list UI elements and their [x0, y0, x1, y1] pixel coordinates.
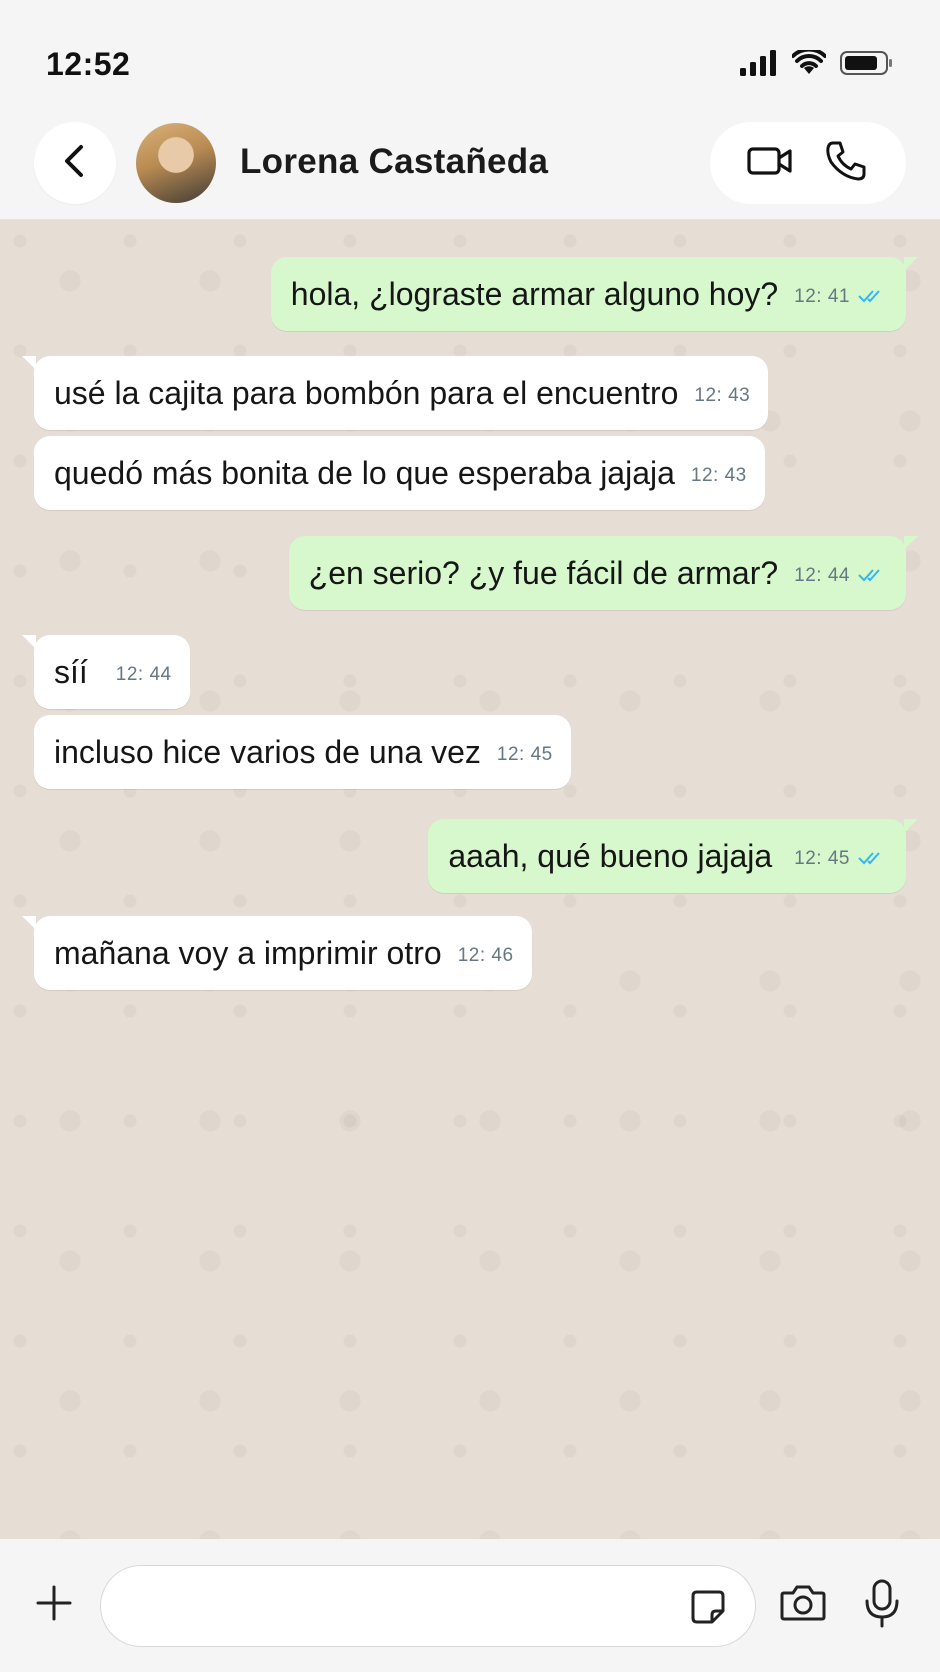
message-text: usé la cajita para bombón para el encuen… — [54, 374, 679, 411]
message-bubble-incoming[interactable]: síí 12: 44 — [22, 635, 190, 709]
message-input-bar — [0, 1539, 940, 1672]
message-time: 12: 45 — [496, 744, 553, 765]
message-text: incluso hice varios de una vez — [54, 733, 481, 770]
sticker-button[interactable] — [690, 1589, 726, 1625]
message-time: 12: 44 — [115, 664, 172, 685]
wifi-icon — [792, 50, 826, 76]
sticker-icon — [690, 1590, 726, 1629]
back-button[interactable] — [34, 122, 116, 204]
call-actions — [710, 122, 906, 204]
video-call-button[interactable] — [740, 133, 800, 193]
read-ticks-icon — [858, 850, 888, 866]
message-time: 12: 41 — [794, 286, 850, 307]
chat-header: 12:52 Lorena Castañeda — [0, 0, 940, 220]
phone-call-button[interactable] — [816, 133, 876, 193]
video-call-icon — [747, 145, 793, 182]
message-bubble-incoming[interactable]: mañana voy a imprimir otro 12: 46 — [22, 916, 532, 990]
message-time: 12: 43 — [690, 465, 747, 486]
plus-icon — [34, 1585, 74, 1627]
message-bubble-outgoing[interactable]: aaah, qué bueno jajaja 12: 45 — [428, 819, 918, 893]
message-bubble-incoming[interactable]: usé la cajita para bombón para el encuen… — [21, 356, 769, 430]
message-time: 12: 43 — [694, 385, 751, 406]
microphone-button[interactable] — [864, 1579, 900, 1629]
message-text: aaah, qué bueno jajaja — [448, 837, 773, 874]
cellular-signal-icon — [740, 50, 778, 76]
attach-button[interactable] — [34, 1583, 74, 1623]
read-ticks-icon — [858, 288, 888, 304]
status-bar-time: 12:52 — [46, 46, 131, 82]
read-ticks-icon — [858, 567, 888, 583]
phone-call-icon — [825, 140, 867, 187]
back-chevron-icon — [61, 144, 89, 183]
camera-button[interactable] — [780, 1583, 826, 1627]
message-text: síí — [54, 653, 88, 690]
microphone-icon — [864, 1579, 900, 1633]
message-time: 12: 46 — [457, 945, 514, 966]
message-bubble-incoming[interactable]: incluso hice varios de una vez 12: 45 — [34, 715, 571, 789]
battery-icon — [840, 50, 894, 76]
status-bar-icons — [740, 50, 894, 76]
message-text: hola, ¿lograste armar alguno hoy? — [290, 275, 779, 312]
message-text: ¿en serio? ¿y fue fácil de armar? — [308, 554, 779, 591]
message-time: 12: 45 — [794, 848, 850, 869]
message-input[interactable] — [100, 1565, 756, 1647]
message-time: 12: 44 — [794, 565, 850, 586]
message-bubble-outgoing[interactable]: hola, ¿lograste armar alguno hoy? 12: 41 — [270, 257, 919, 331]
chat-nav-row: Lorena Castañeda — [0, 122, 940, 206]
message-text: quedó más bonita de lo que esperaba jaja… — [54, 454, 675, 491]
camera-icon — [780, 1585, 826, 1627]
chat-area[interactable]: hola, ¿lograste armar alguno hoy? 12: 41… — [0, 221, 940, 1539]
message-bubble-outgoing[interactable]: ¿en serio? ¿y fue fácil de armar? 12: 44 — [288, 536, 919, 610]
contact-name[interactable]: Lorena Castañeda — [240, 142, 548, 182]
message-bubble-incoming[interactable]: quedó más bonita de lo que esperaba jaja… — [34, 436, 765, 510]
contact-avatar[interactable] — [136, 123, 216, 203]
message-text: mañana voy a imprimir otro — [54, 934, 442, 971]
